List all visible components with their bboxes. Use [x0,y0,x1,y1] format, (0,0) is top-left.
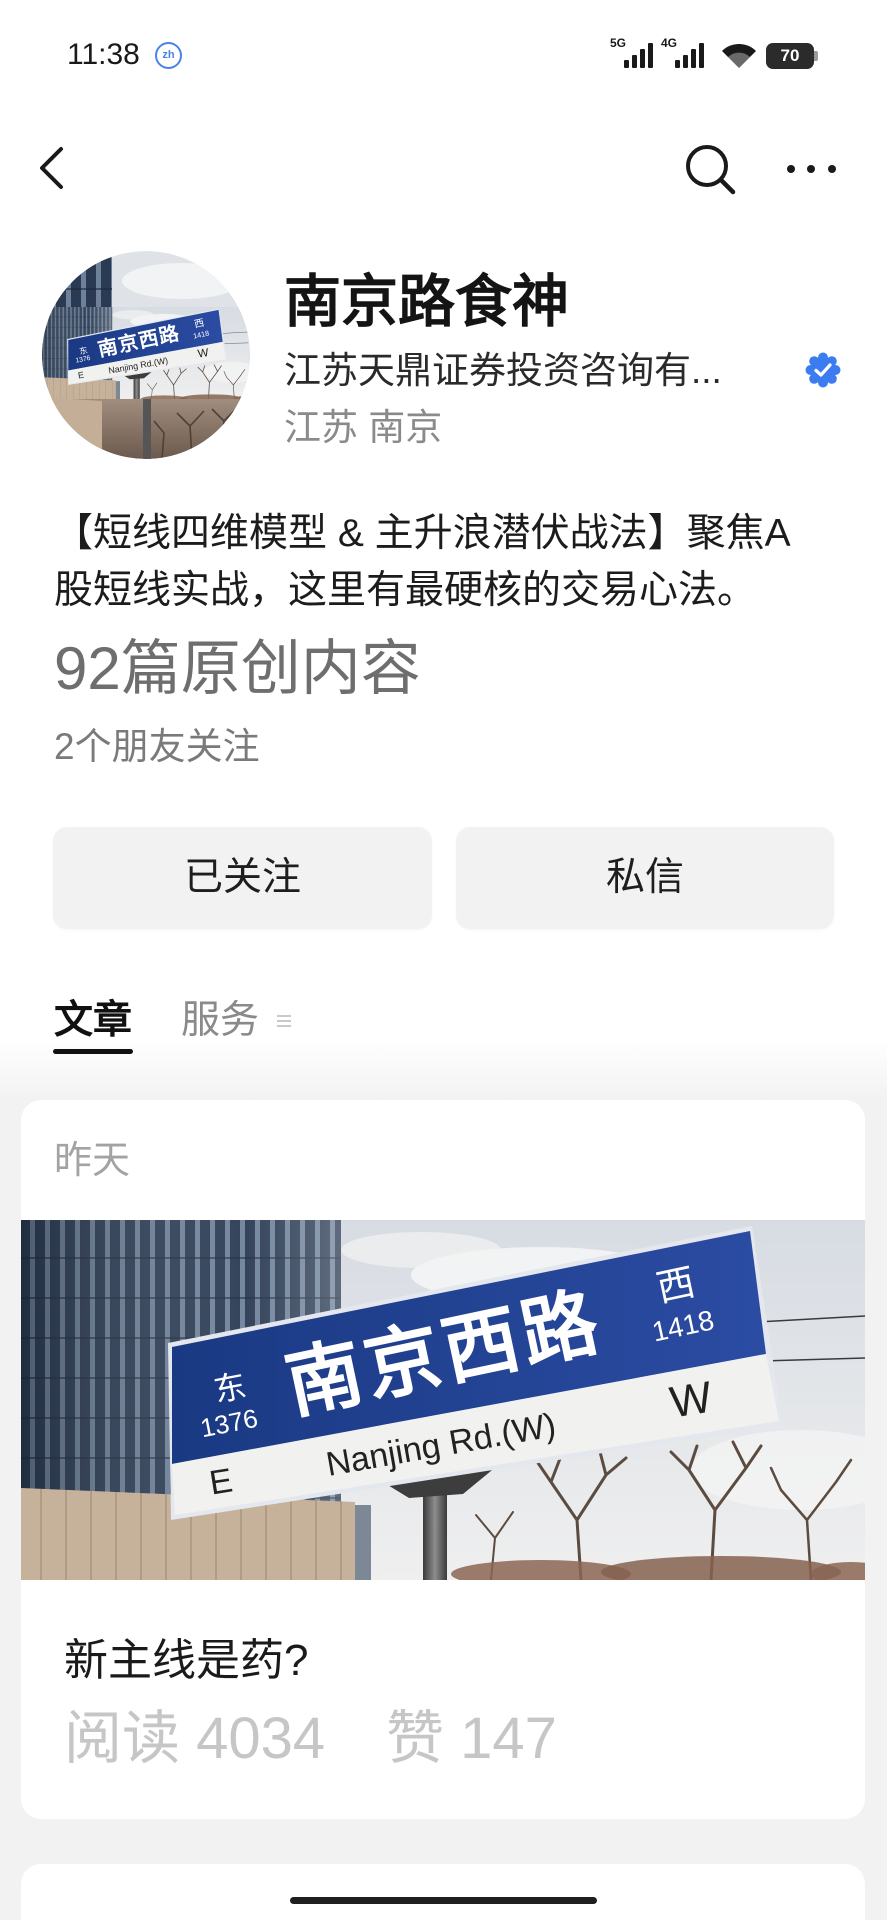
battery-icon: 70 [766,43,814,69]
more-horizontal-icon[interactable] [784,159,840,179]
following-button[interactable]: 已关注 [53,827,432,929]
profile-bio-line-2: 股短线实战，这里有最硬核的交易心法。 [54,569,757,612]
verified-badge-icon [805,352,841,388]
avatar[interactable] [42,251,250,459]
signal-5g-icon: 5G [610,36,653,68]
article-date: 昨天 [54,1140,131,1182]
article-count: 92篇原创内容 [54,635,421,702]
status-time: 11:38 [67,38,140,71]
tab-services[interactable]: 服务 [181,997,259,1044]
signal-4g-icon: 4G [661,36,704,68]
search-icon[interactable] [682,141,738,197]
profile-bio-line-1: 【短线四维模型 & 主升浪潜伏战法】聚焦A [54,512,791,555]
battery-tip [814,51,818,61]
wifi-icon [722,43,756,68]
next-article-card[interactable] [21,1864,865,1920]
active-tab-indicator [53,1049,133,1054]
like-stat: 赞 147 [386,1704,557,1774]
profile-name: 南京路食神 [284,270,569,334]
read-stat: 阅读 4034 [64,1704,325,1774]
ime-badge-icon: zh [155,42,182,69]
home-indicator[interactable] [290,1897,597,1904]
tab-articles[interactable]: 文章 [54,997,132,1044]
street-sign-photo: 南京西路 东 1376 西 1418 Nanjing Rd.(W) E W [21,1220,865,1580]
article-title[interactable]: 新主线是药? [64,1634,308,1687]
chevron-left-icon[interactable] [38,145,66,191]
menu-icon[interactable] [277,1013,291,1029]
sign-east-char: 东 [211,1367,249,1408]
like-count: 147 [460,1706,557,1771]
sign-direction-west: W [667,1372,716,1427]
article-cover-image[interactable]: 南京西路 东 1376 西 1418 Nanjing Rd.(W) E W [21,1220,865,1580]
article-card[interactable]: 昨天 南京西路 东 1376 西 1418 Nanjing Rd.(W) E W… [21,1100,865,1819]
message-button[interactable]: 私信 [456,827,834,929]
network-label-4g: 4G [661,36,677,50]
read-label: 阅读 [64,1706,181,1771]
read-count: 4034 [196,1706,326,1771]
friends-following[interactable]: 2个朋友关注 [54,725,260,769]
like-label: 赞 [386,1706,445,1771]
profile-location: 江苏 南京 [284,407,443,448]
network-label-5g: 5G [610,36,626,50]
profile-company: 江苏天鼎证券投资咨询有... [284,350,722,391]
